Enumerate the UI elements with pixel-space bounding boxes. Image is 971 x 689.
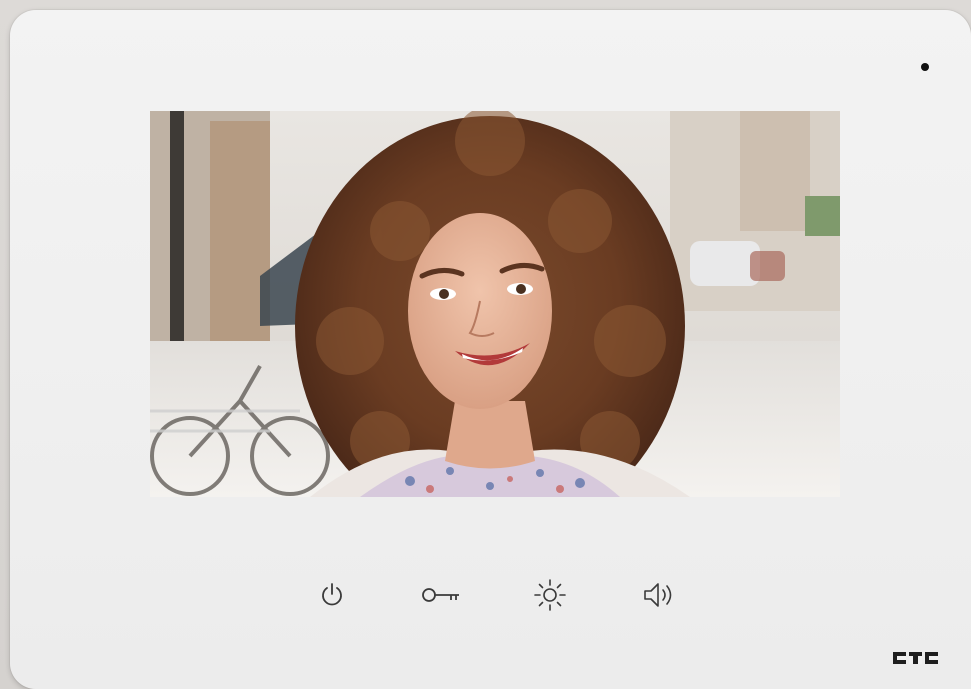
power-icon — [322, 583, 342, 606]
brightness-icon — [534, 579, 566, 611]
power-button[interactable] — [312, 575, 352, 615]
volume-button[interactable] — [638, 575, 678, 615]
video-feed-image — [150, 111, 840, 497]
video-screen — [150, 111, 840, 497]
ctc-logo — [893, 652, 938, 664]
camera-lens — [921, 63, 929, 71]
speaker-icon — [644, 583, 672, 607]
brightness-button[interactable] — [530, 575, 570, 615]
brand-logo — [892, 650, 940, 666]
key-icon — [422, 588, 459, 602]
unlock-button[interactable] — [421, 575, 461, 615]
